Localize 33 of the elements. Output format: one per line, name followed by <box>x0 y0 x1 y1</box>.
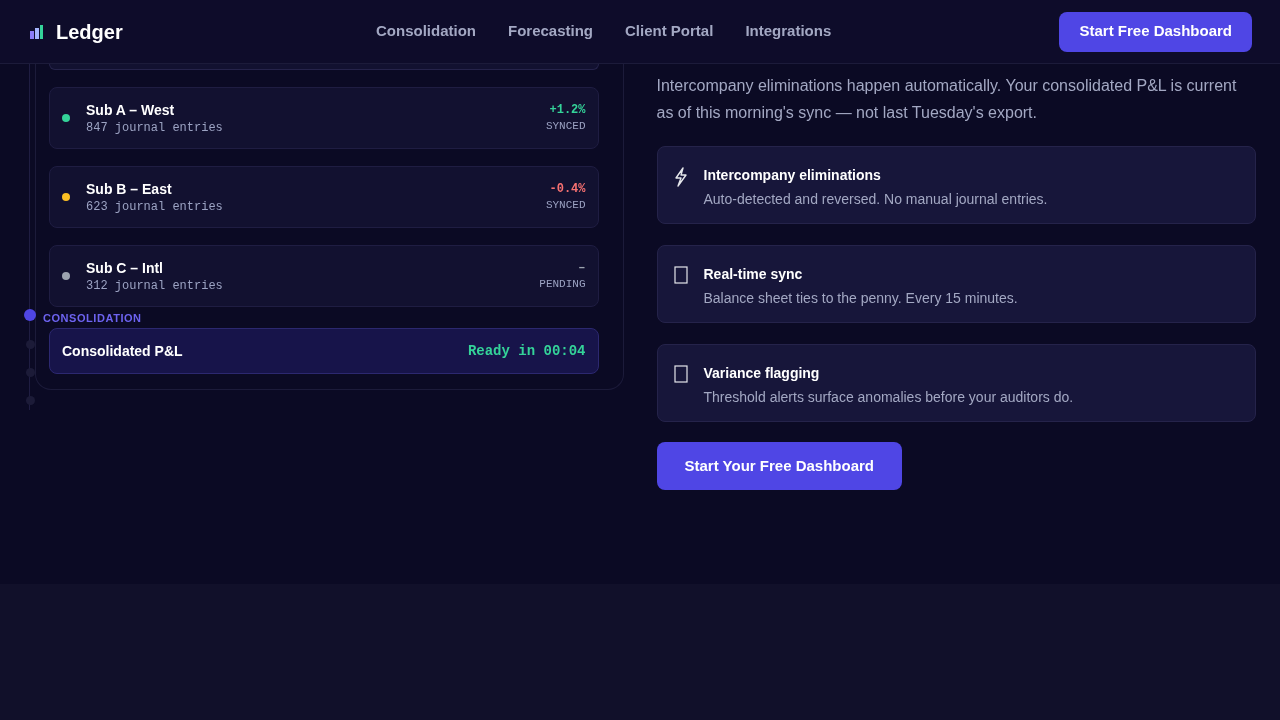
entry-count: 623 journal entries <box>86 199 223 215</box>
lightning-icon <box>673 167 688 187</box>
square-icon <box>673 266 688 284</box>
subsidiary-name: Sub B – East <box>86 180 173 199</box>
bar-chart-logo-icon <box>28 24 44 39</box>
nav-link[interactable]: Consolidation <box>376 20 476 43</box>
square-icon <box>673 365 688 383</box>
start-your-dashboard-button[interactable]: Start Your Free Dashboard <box>656 442 902 490</box>
feature-title: Variance flagging <box>703 364 821 383</box>
stage-label: CONSOLIDATION <box>43 310 142 326</box>
nav-link[interactable]: Forecasting <box>508 20 594 43</box>
nav-link[interactable]: Integrations <box>745 20 832 43</box>
subsidiary-name: Sub A – West <box>86 101 176 120</box>
sync-status: SYNCED <box>545 197 586 213</box>
change-value: – <box>578 259 586 276</box>
nav-link[interactable]: Client Portal <box>625 20 714 43</box>
feature-title: Real-time sync <box>703 265 804 284</box>
result-title: Consolidated P&L <box>62 342 183 361</box>
ready-timer: Ready in 00:04 <box>467 342 586 361</box>
change-value: -0.4% <box>549 180 586 197</box>
sync-status: SYNCED <box>545 118 586 134</box>
start-dashboard-button[interactable]: Start Free Dashboard <box>1059 11 1252 52</box>
intro-paragraph: Intercompany eliminations happen automatically. Your consolidated P&L is current as of this morning's sync — not last Tuesday's export. <box>656 76 1238 123</box>
feature-description: Threshold alerts surface anomalies before your auditors do. <box>703 388 1074 407</box>
sync-status: PENDING <box>539 276 586 292</box>
entry-count: 312 journal entries <box>86 278 223 294</box>
feature-description: Balance sheet ties to the penny. Every 15 minutes. <box>703 289 1018 308</box>
brand-name: Ledger <box>56 19 123 45</box>
feature-description: Auto-detected and reversed. No manual journal entries. <box>703 190 1048 209</box>
entry-count: 847 journal entries <box>86 120 223 136</box>
subsidiary-name: Sub C – Intl <box>86 259 164 278</box>
change-value: +1.2% <box>549 101 586 118</box>
feature-title: Intercompany eliminations <box>703 166 882 185</box>
